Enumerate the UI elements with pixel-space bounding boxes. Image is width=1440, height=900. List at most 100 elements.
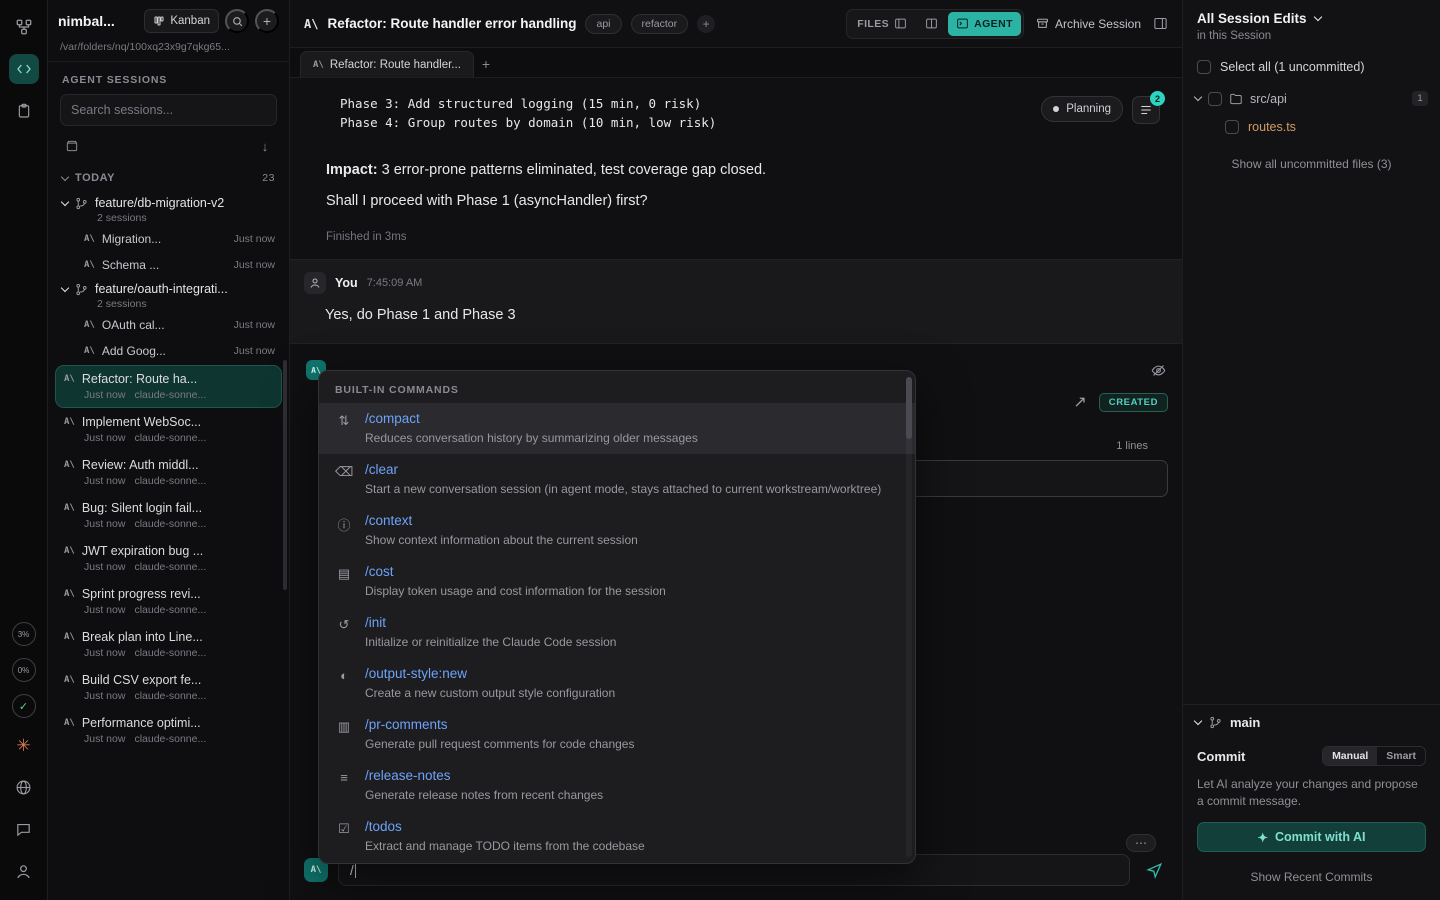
chevron-down-icon (1313, 13, 1321, 21)
code-icon[interactable] (9, 54, 39, 84)
command-item-release-notes[interactable]: ≡ /release-notesGenerate release notes f… (319, 760, 915, 811)
folder-checkbox[interactable] (1208, 92, 1222, 106)
chat-icon[interactable] (9, 814, 39, 844)
branch-item-oauth[interactable]: feature/oauth-integrati... 2 sessions (56, 278, 281, 312)
planning-status-pill[interactable]: Planning (1041, 96, 1123, 122)
git-branch-icon (75, 283, 88, 296)
command-item-output-style[interactable]: ◐ /output-style:newCreate a new custom o… (319, 658, 915, 709)
split-icon (925, 17, 938, 30)
tag-refactor[interactable]: refactor (631, 14, 689, 34)
tag-api[interactable]: api (585, 14, 621, 34)
palette-header: BUILT-IN COMMANDS (319, 371, 915, 403)
session-item[interactable]: A\ Migration... Just now (56, 226, 281, 252)
session-item[interactable]: A\ Add Goog... Just now (56, 338, 281, 364)
command-item-pr-comments[interactable]: ▥ /pr-commentsGenerate pull request comm… (319, 709, 915, 760)
command-item-todos[interactable]: ☑ /todosExtract and manage TODO items fr… (319, 811, 915, 862)
folder-row-src-api[interactable]: src/api 1 (1183, 84, 1440, 113)
file-checkbox[interactable] (1225, 120, 1239, 134)
branch-row-main[interactable]: main (1183, 705, 1440, 740)
branch-session-count: 2 sessions (62, 212, 275, 224)
icon-rail: 3% 0% ✓ ✳ (0, 0, 48, 900)
new-tab-button[interactable]: + (482, 56, 490, 72)
session-item[interactable]: A\Performance optimi... Just nowclaude-s… (56, 710, 281, 751)
command-item-clear[interactable]: ⌫ /clearStart a new conversation session… (319, 454, 915, 505)
person-icon[interactable] (9, 856, 39, 886)
list-icon (1139, 103, 1153, 117)
created-status-badge: CREATED (1099, 393, 1168, 412)
command-item-cost[interactable]: ▤ /costDisplay token usage and cost info… (319, 556, 915, 607)
file-row-routes[interactable]: routes.ts (1183, 113, 1440, 141)
group-today[interactable]: TODAY 23 (56, 164, 281, 192)
external-link-icon[interactable]: ↗ (1073, 392, 1086, 412)
select-all-checkbox[interactable] (1197, 60, 1211, 74)
session-item[interactable]: A\Implement WebSoc... Just nowclaude-son… (56, 409, 281, 450)
edits-panel-title[interactable]: All Session Edits (1197, 11, 1426, 26)
session-header: A\ Refactor: Route handler error handlin… (290, 0, 1182, 48)
git-branch-icon (75, 197, 88, 210)
workflow-icon[interactable] (9, 12, 39, 42)
status-check-icon[interactable]: ✓ (12, 694, 36, 718)
archive-icon (1036, 17, 1049, 30)
session-mark-icon: A\ (84, 260, 95, 270)
session-item[interactable]: A\Break plan into Line... Just nowclaude… (56, 624, 281, 665)
session-item[interactable]: A\Bug: Silent login fail... Just nowclau… (56, 495, 281, 536)
kanban-icon (153, 15, 165, 27)
session-item[interactable]: A\JWT expiration bug ... Just nowclaude-… (56, 538, 281, 579)
more-options-button[interactable]: ⋯ (1126, 834, 1156, 852)
archive-filter-icon[interactable] (62, 136, 82, 156)
app-window: 3% 0% ✓ ✳ nimbal... Kanban (0, 0, 1440, 900)
user-avatar (304, 272, 326, 294)
files-view-toggle[interactable]: FILES (849, 12, 915, 36)
split-view-toggle[interactable] (917, 12, 946, 36)
tab-active-session[interactable]: A\ Refactor: Route handler... (300, 51, 474, 77)
session-title: Refactor: Route handler error handling (327, 16, 576, 31)
cpu-usage-badge: 3% (12, 622, 36, 646)
session-mark-icon: A\ (84, 234, 95, 244)
kanban-button[interactable]: Kanban (144, 9, 219, 33)
archive-session-button[interactable]: Archive Session (1036, 17, 1141, 31)
branch-item-db-migration[interactable]: feature/db-migration-v2 2 sessions (56, 192, 281, 226)
show-all-uncommitted-link[interactable]: Show all uncommitted files (3) (1183, 141, 1440, 187)
mode-manual[interactable]: Manual (1323, 747, 1377, 765)
session-item[interactable]: A\ OAuth cal... Just now (56, 312, 281, 338)
hide-output-button[interactable] (1151, 363, 1166, 378)
send-button[interactable] (1140, 856, 1168, 884)
show-recent-commits-link[interactable]: Show Recent Commits (1183, 852, 1440, 896)
clipboard-icon[interactable] (9, 96, 39, 126)
session-item[interactable]: A\Sprint progress revi... Just nowclaude… (56, 581, 281, 622)
finished-status: Finished in 3ms (326, 231, 1182, 243)
outline-toggle-button[interactable]: 2 (1132, 96, 1160, 124)
session-item-selected[interactable]: A\Refactor: Route ha... Just nowclaude-s… (56, 366, 281, 407)
select-all-row[interactable]: Select all (1 uncommitted) (1183, 50, 1440, 84)
compact-icon: ⇅ (335, 411, 353, 429)
session-item[interactable]: A\ Schema ... Just now (56, 252, 281, 278)
columns-layout-button[interactable] (1153, 16, 1168, 31)
user-message: You 7:45:09 AM Yes, do Phase 1 and Phase… (290, 259, 1182, 344)
add-tag-button[interactable]: + (697, 15, 715, 33)
command-item-init[interactable]: ↺ /initInitialize or reinitialize the Cl… (319, 607, 915, 658)
session-item[interactable]: A\Build CSV export fe... Just nowclaude-… (56, 667, 281, 708)
agent-view-toggle[interactable]: AGENT (948, 12, 1021, 36)
claude-logo-icon[interactable]: ✳ (9, 730, 39, 760)
command-item-context[interactable]: ⓘ /contextShow context information about… (319, 505, 915, 556)
commit-with-ai-button[interactable]: ✦ Commit with AI (1197, 822, 1426, 852)
search-button[interactable] (225, 9, 249, 33)
new-session-button[interactable]: + (255, 9, 279, 33)
sidebar-scrollbar[interactable] (283, 360, 287, 590)
command-item-compact[interactable]: ⇅ /compactReduces conversation history b… (319, 403, 915, 454)
tab-bar: A\ Refactor: Route handler... + (290, 48, 1182, 78)
terminal-icon (956, 17, 969, 30)
ai-commit-hint: Let AI analyze your changes and propose … (1183, 766, 1440, 810)
search-sessions-input[interactable] (60, 94, 277, 126)
session-mark-icon: A\ (64, 417, 75, 427)
session-item[interactable]: A\Review: Auth middl... Just nowclaude-s… (56, 452, 281, 493)
sort-down-icon[interactable]: ↓ (255, 136, 275, 156)
palette-scrollbar[interactable] (906, 377, 912, 857)
session-list: TODAY 23 feature/db-migration-v2 2 sessi… (48, 160, 289, 900)
user-name: You (335, 276, 358, 290)
session-edits-panel: All Session Edits in this Session Select… (1182, 0, 1440, 900)
message-timestamp: 7:45:09 AM (367, 277, 423, 289)
session-mark-icon: A\ (84, 320, 95, 330)
mode-smart[interactable]: Smart (1377, 747, 1425, 765)
globe-icon[interactable] (9, 772, 39, 802)
